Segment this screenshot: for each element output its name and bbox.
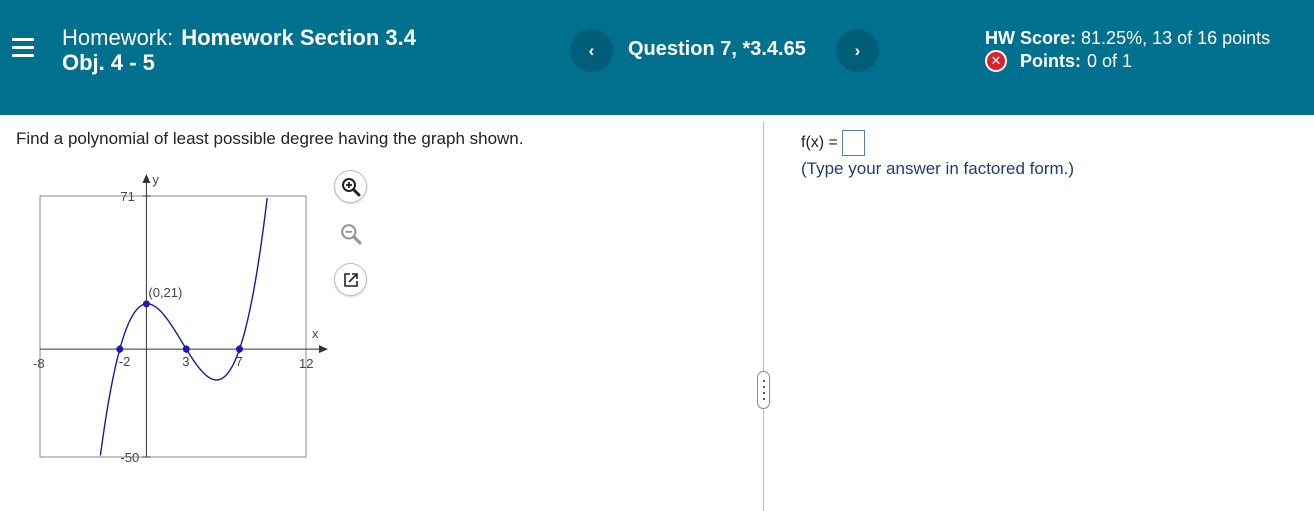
x-tick-label: -2 xyxy=(119,354,131,369)
y-tick-label: 71 xyxy=(120,189,134,204)
answer-hint: (Type your answer in factored form.) xyxy=(801,159,1075,178)
answer-input[interactable] xyxy=(841,130,865,156)
x-tick-label: 3 xyxy=(182,354,189,369)
assignment-title: Homework: Homework Section 3.4 xyxy=(62,26,416,50)
zoom-in-button[interactable] xyxy=(334,170,367,203)
x-tick-label: -8 xyxy=(33,356,45,371)
x-circle-icon: ✕ xyxy=(985,50,1007,72)
points-status: ✕ Points: 0 of 1 xyxy=(985,50,1132,72)
question-prompt: Find a polynomial of least possible degr… xyxy=(16,129,524,148)
zoom-out-icon xyxy=(340,223,361,244)
chevron-right-icon: › xyxy=(854,40,861,60)
pane-divider xyxy=(763,122,764,511)
data-point xyxy=(236,345,243,353)
answer-row: f(x) = xyxy=(801,130,865,156)
point-label: (0,21) xyxy=(148,285,182,300)
data-point xyxy=(142,300,150,308)
popout-icon xyxy=(343,272,358,287)
hamburger-menu-icon[interactable] xyxy=(12,38,34,58)
data-point xyxy=(116,345,124,353)
y-axis-label: y xyxy=(152,172,159,187)
previous-question-button[interactable]: ‹ xyxy=(570,29,613,72)
x-tick-label: 12 xyxy=(299,356,313,371)
pane-resize-handle[interactable] xyxy=(757,371,770,409)
polynomial-graph: xy-8 -2 3 7 1271-50(0,21) xyxy=(33,172,328,465)
data-point xyxy=(182,345,190,353)
fx-label: f(x) = xyxy=(801,134,838,151)
points-value: 0 of 1 xyxy=(1087,51,1133,71)
points-label: Points: xyxy=(1020,51,1081,71)
zoom-out-button[interactable] xyxy=(334,217,367,250)
chevron-left-icon: ‹ xyxy=(588,40,595,60)
zoom-in-icon xyxy=(341,177,360,196)
y-tick-label: -50 xyxy=(120,450,139,465)
hw-score-value: 81.25%, 13 of 16 points xyxy=(1081,28,1271,48)
next-question-button[interactable]: › xyxy=(836,29,879,72)
assignment-label: Homework: xyxy=(62,25,174,50)
assignment-name: Homework Section 3.4 xyxy=(181,25,416,50)
hw-score: HW Score: 81.25%, 13 of 16 points xyxy=(985,27,1270,49)
x-axis-arrow xyxy=(319,345,328,354)
hw-score-label: HW Score: xyxy=(985,28,1077,48)
popout-button[interactable] xyxy=(334,263,367,296)
top-bar: Homework: Homework Section 3.4 Obj. 4 - 5… xyxy=(0,0,1314,115)
x-axis-label: x xyxy=(312,326,319,341)
y-axis-arrow xyxy=(142,174,151,183)
objective-label: Obj. 4 - 5 xyxy=(62,50,155,75)
question-label: Question 7, *3.4.65 xyxy=(628,38,806,60)
